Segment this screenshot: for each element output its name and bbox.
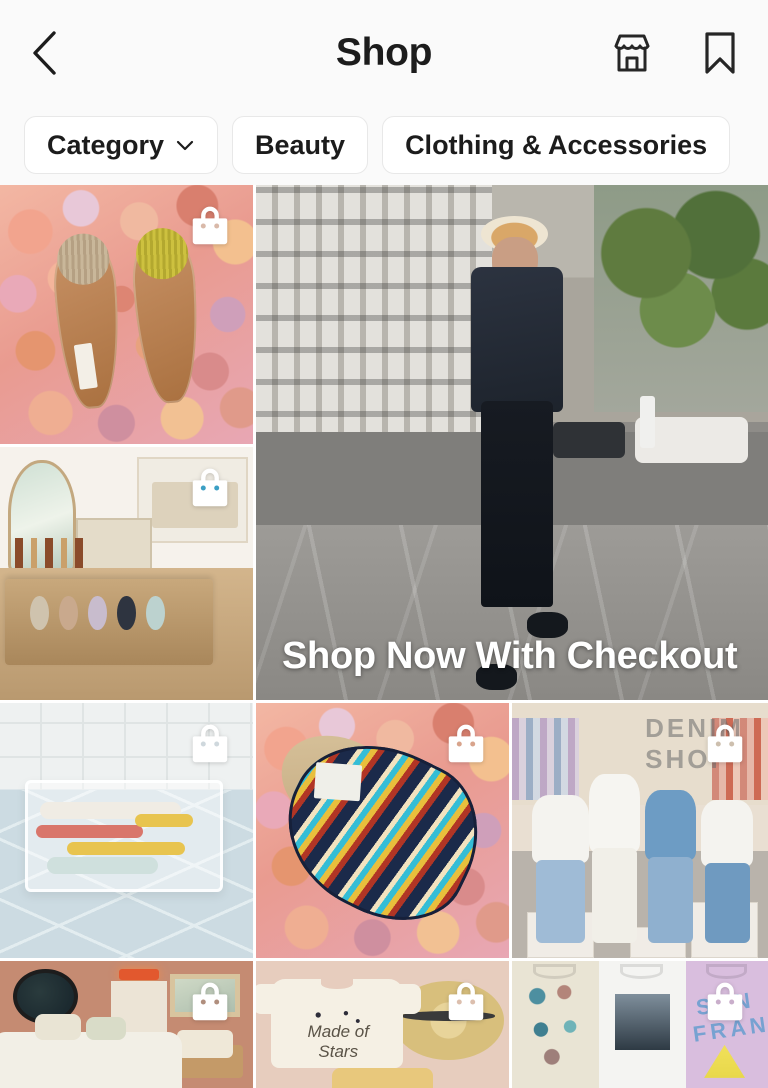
grid-item-woven-slide[interactable] — [256, 703, 509, 958]
folded-item — [146, 595, 165, 631]
tee-sleeve-left — [256, 984, 282, 1015]
folded-item — [58, 595, 78, 631]
denim-jacket — [645, 789, 697, 861]
filter-chip-clothing-accessories[interactable]: Clothing & Accessories — [382, 116, 731, 174]
tee-collar — [705, 963, 747, 979]
white-tank — [701, 799, 753, 866]
building-windows — [256, 185, 492, 443]
featured-overlay-text: Shop Now With Checkout — [282, 635, 738, 677]
yellow-shorts — [331, 1067, 434, 1088]
folded-item — [29, 595, 49, 631]
sandal-pair-graphic — [47, 222, 206, 418]
bottle-mint — [47, 856, 159, 874]
sole-label — [73, 342, 98, 389]
white-tee — [588, 774, 640, 852]
filter-chip-category[interactable]: Category — [24, 116, 219, 174]
shopping-bag-icon[interactable] — [443, 721, 489, 767]
grid-item-featured-street-style[interactable]: Shop Now With Checkout — [256, 185, 768, 700]
sandal-left — [50, 231, 124, 411]
dark-car — [552, 421, 625, 458]
tee-sleeve-right — [392, 984, 422, 1015]
grid-item-graphic-tees[interactable]: SAN FRANCISCO — [512, 961, 768, 1088]
pillow — [35, 1014, 81, 1040]
white-skirt — [591, 848, 637, 943]
tee-cream — [512, 961, 600, 1088]
sandal-right — [129, 226, 203, 405]
seashell-print — [518, 973, 593, 1076]
triangle-graphic — [704, 1044, 746, 1078]
folded-item — [88, 595, 107, 631]
filter-chip-label: Clothing & Accessories — [405, 129, 708, 160]
grid-item-graphic-tee-hat[interactable]: Made of Stars — [256, 961, 509, 1088]
folded-item — [117, 595, 136, 631]
product-grid: Shop Now With Checkout DENIM SHOP Made o… — [0, 185, 768, 1088]
street-trees — [593, 185, 768, 412]
header-actions — [606, 27, 746, 79]
white-blouse — [532, 794, 589, 863]
shopping-bag-icon[interactable] — [187, 465, 233, 511]
tee-neckline — [321, 978, 353, 990]
bookmark-icon — [705, 31, 735, 74]
shopping-bag-icon[interactable] — [187, 721, 233, 767]
shopping-bag-icon[interactable] — [702, 979, 748, 1025]
fringe-tan — [54, 231, 111, 287]
grid-item-sandals[interactable] — [0, 185, 253, 444]
tee-collar — [619, 963, 664, 979]
shopping-bag-icon[interactable] — [702, 721, 748, 767]
cyclist — [640, 396, 656, 448]
face-pillow — [177, 1029, 233, 1058]
storefront-icon — [614, 34, 650, 71]
tube-gold — [135, 814, 193, 828]
chevron-down-icon — [176, 140, 194, 151]
pillow — [86, 1016, 127, 1040]
mannequin — [645, 789, 697, 943]
open-drawer — [5, 578, 213, 665]
denim-shorts — [704, 862, 750, 943]
cream-tee: Made of Stars — [256, 978, 422, 1068]
shopping-bag-icon[interactable] — [187, 203, 233, 249]
black-jeans — [481, 401, 553, 608]
storefront-button[interactable] — [606, 27, 658, 79]
mannequin — [532, 794, 589, 943]
wide-leg-jeans — [648, 857, 694, 943]
mannequin — [588, 774, 640, 943]
neon-sign — [118, 968, 160, 981]
grid-item-home-decor[interactable] — [0, 961, 253, 1088]
denim-shorts — [535, 859, 586, 943]
tube-yellow — [66, 841, 186, 855]
bed-with-bedding — [0, 1032, 183, 1088]
bookmark-button[interactable] — [694, 27, 746, 79]
product-image — [256, 185, 768, 700]
mannequin — [701, 799, 753, 943]
fringe-yellow — [133, 226, 190, 282]
filter-chip-bar: Category Beauty Clothing & Accessories — [0, 105, 768, 185]
grid-item-home-organization[interactable] — [0, 447, 253, 700]
filter-chip-label: Beauty — [255, 129, 346, 160]
tube-red — [35, 824, 144, 838]
clothing-rack-left — [512, 718, 579, 800]
shopping-bag-icon[interactable] — [187, 979, 233, 1025]
app-header: Shop — [0, 0, 768, 105]
brand-tag — [313, 761, 363, 802]
grid-item-denim-shop[interactable]: DENIM SHOP — [512, 703, 768, 958]
shopping-bag-icon[interactable] — [443, 979, 489, 1025]
tee-print-text: Made of Stars — [307, 1022, 369, 1062]
city-photo-print — [614, 994, 671, 1050]
filter-chip-label: Category — [47, 129, 165, 160]
grid-item-cosmetic-pouch[interactable] — [0, 703, 253, 958]
clear-pouch — [25, 779, 223, 892]
filter-chip-beauty[interactable]: Beauty — [232, 116, 369, 174]
denim-shirt — [471, 267, 564, 412]
tee-white — [599, 961, 687, 1088]
